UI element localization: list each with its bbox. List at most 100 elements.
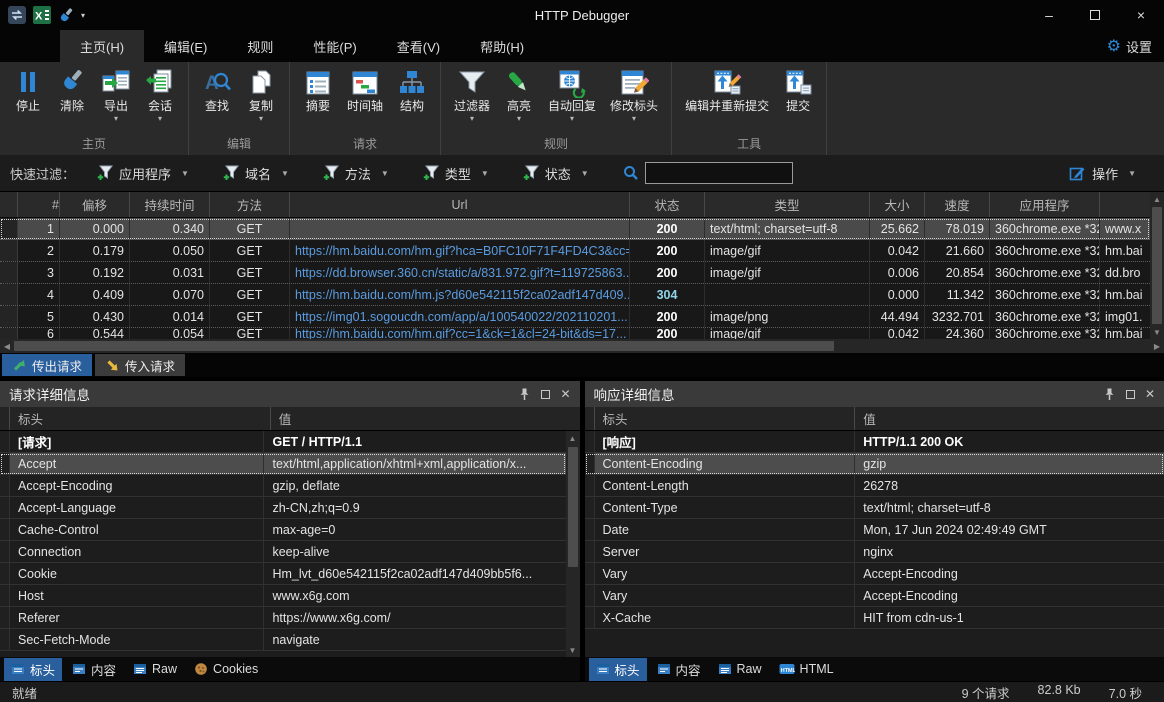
column-header-speed[interactable]: 速度: [925, 192, 990, 217]
requests-horizontal-scrollbar[interactable]: ◀ ▶: [0, 339, 1164, 353]
chevron-down-icon: ▼: [381, 169, 389, 178]
funnel-add-icon: [223, 165, 239, 181]
copy-button[interactable]: 复制▾: [239, 65, 283, 135]
value-column-label[interactable]: 值: [855, 409, 1164, 428]
tab-request-headers[interactable]: 标头: [4, 658, 62, 681]
pin-icon[interactable]: [517, 387, 531, 401]
response-details-panel: 响应详细信息 ✕ 标头 值 [响应]HTTP/1.1 200 OK Conten…: [585, 381, 1164, 681]
header-row[interactable]: Cache-Controlmax-age=0: [0, 519, 566, 541]
tab-request-raw[interactable]: Raw: [126, 660, 184, 678]
customize-toolbar-caret-icon[interactable]: ▾: [81, 11, 85, 20]
request-row-4[interactable]: 4 0.409 0.070 GET https://hm.baidu.com/h…: [0, 284, 1150, 306]
close-panel-icon[interactable]: ✕: [560, 387, 570, 401]
minimize-button[interactable]: –: [1026, 0, 1072, 30]
tab-response-html[interactable]: HTML HTML: [772, 660, 841, 678]
header-column-label[interactable]: 标头: [595, 407, 856, 430]
column-header-size[interactable]: 大小: [870, 192, 925, 217]
highlight-button[interactable]: 高亮▾: [497, 65, 541, 135]
filter-status-button[interactable]: 状态▼: [523, 164, 589, 183]
actions-button[interactable]: 操作▼: [1069, 164, 1154, 183]
filter-button[interactable]: 过滤器▾: [447, 65, 497, 135]
filter-application-button[interactable]: 应用程序▼: [97, 164, 189, 183]
column-header-offset[interactable]: 偏移: [60, 192, 130, 217]
column-header-application[interactable]: 应用程序: [990, 192, 1100, 217]
session-button[interactable]: 会话▾: [138, 65, 182, 135]
filter-type-button[interactable]: 类型▼: [423, 164, 489, 183]
structure-button[interactable]: 结构: [390, 65, 434, 135]
edit-and-resubmit-button[interactable]: 编辑并重新提交: [678, 65, 776, 135]
settings-button[interactable]: ⚙ 设置: [1107, 30, 1164, 62]
column-header-method[interactable]: 方法: [210, 192, 290, 217]
request-row-3[interactable]: 3 0.192 0.031 GET https://dd.browser.360…: [0, 262, 1150, 284]
search-input[interactable]: [645, 162, 793, 184]
request-row-2[interactable]: 2 0.179 0.050 GET https://hm.baidu.com/h…: [0, 240, 1150, 262]
clear-button[interactable]: 清除: [50, 65, 94, 135]
header-row[interactable]: CookieHm_lvt_d60e542115f2ca02adf147d409b…: [0, 563, 566, 585]
maximize-button[interactable]: [1072, 0, 1118, 30]
export-excel-icon[interactable]: X: [33, 6, 51, 24]
header-row[interactable]: Connectionkeep-alive: [0, 541, 566, 563]
close-button[interactable]: ×: [1118, 0, 1164, 30]
header-row[interactable]: Accepttext/html,application/xhtml+xml,ap…: [0, 453, 566, 475]
menu-rules[interactable]: 规则: [227, 30, 293, 62]
header-row[interactable]: Accept-Encodinggzip, deflate: [0, 475, 566, 497]
submit-button[interactable]: 提交: [776, 65, 820, 135]
timeline-button[interactable]: 时间轴: [340, 65, 390, 135]
tab-request-cookies[interactable]: Cookies: [187, 660, 265, 678]
menu-view[interactable]: 查看(V): [377, 30, 460, 62]
request-row-1[interactable]: 1 0.000 0.340 GET 200 text/html; charset…: [0, 218, 1150, 240]
menu-help[interactable]: 帮助(H): [460, 30, 544, 62]
clear-brush-icon[interactable]: [58, 7, 74, 23]
tab-incoming-requests[interactable]: 传入请求: [95, 354, 185, 376]
tab-outgoing-requests[interactable]: 传出请求: [2, 354, 92, 376]
column-header-type[interactable]: 类型: [705, 192, 870, 217]
header-row[interactable]: [响应]HTTP/1.1 200 OK: [585, 431, 1164, 453]
tab-response-headers[interactable]: 标头: [589, 658, 647, 681]
column-header-url[interactable]: Url: [290, 192, 630, 217]
find-button[interactable]: A 查找: [195, 65, 239, 135]
menu-home[interactable]: 主页(H): [60, 30, 144, 62]
request-panel-scrollbar[interactable]: ▲ ▼: [566, 431, 580, 657]
header-row[interactable]: Hostwww.x6g.com: [0, 585, 566, 607]
close-panel-icon[interactable]: ✕: [1145, 387, 1155, 401]
column-header-duration[interactable]: 持续时间: [130, 192, 210, 217]
menu-edit[interactable]: 编辑(E): [144, 30, 227, 62]
stop-button[interactable]: 停止: [6, 65, 50, 135]
header-row[interactable]: [请求]GET / HTTP/1.1: [0, 431, 566, 453]
header-row[interactable]: Content-Typetext/html; charset=utf-8: [585, 497, 1164, 519]
filter-domain-button[interactable]: 域名▼: [223, 164, 289, 183]
gear-icon: ⚙: [1107, 36, 1121, 56]
column-header-num[interactable]: #: [18, 192, 60, 217]
maximize-panel-icon[interactable]: [1126, 390, 1135, 399]
request-row-6[interactable]: 6 0.544 0.054 GET https://hm.baidu.com/h…: [0, 328, 1150, 339]
column-header-extra[interactable]: [1100, 192, 1150, 217]
column-header-status[interactable]: 状态: [630, 192, 705, 217]
header-row[interactable]: Accept-Languagezh-CN,zh;q=0.9: [0, 497, 566, 519]
modify-headers-button[interactable]: 修改标头▾: [603, 65, 665, 135]
tab-response-content[interactable]: 内容: [650, 658, 708, 681]
filter-method-button[interactable]: 方法▼: [323, 164, 389, 183]
tab-response-raw[interactable]: Raw: [711, 660, 769, 678]
menu-performance[interactable]: 性能(P): [293, 30, 376, 62]
pin-icon[interactable]: [1102, 387, 1116, 401]
auto-reply-button[interactable]: 自动回复▾: [541, 65, 603, 135]
sync-requests-icon[interactable]: [8, 6, 26, 24]
export-button[interactable]: 导出▾: [94, 65, 138, 135]
maximize-panel-icon[interactable]: [541, 390, 550, 399]
requests-vertical-scrollbar[interactable]: ▲ ▼: [1150, 192, 1164, 339]
header-row[interactable]: DateMon, 17 Jun 2024 02:49:49 GMT: [585, 519, 1164, 541]
request-row-5[interactable]: 5 0.430 0.014 GET https://img01.sogoucdn…: [0, 306, 1150, 328]
header-row[interactable]: Content-Encodinggzip: [585, 453, 1164, 475]
header-row[interactable]: Content-Length26278: [585, 475, 1164, 497]
header-row[interactable]: Servernginx: [585, 541, 1164, 563]
header-row[interactable]: Refererhttps://www.x6g.com/: [0, 607, 566, 629]
header-row[interactable]: X-CacheHIT from cdn-us-1: [585, 607, 1164, 629]
header-row[interactable]: VaryAccept-Encoding: [585, 585, 1164, 607]
tab-request-content[interactable]: 内容: [65, 658, 123, 681]
header-column-label[interactable]: 标头: [10, 407, 271, 430]
header-row[interactable]: VaryAccept-Encoding: [585, 563, 1164, 585]
summary-button[interactable]: 摘要: [296, 65, 340, 135]
value-column-label[interactable]: 值: [271, 409, 580, 428]
header-row[interactable]: Sec-Fetch-Modenavigate: [0, 629, 566, 651]
quick-filter-bar: 快速过滤： 应用程序▼ 域名▼ 方法▼ 类型▼ 状态▼ 操作▼: [0, 155, 1164, 192]
